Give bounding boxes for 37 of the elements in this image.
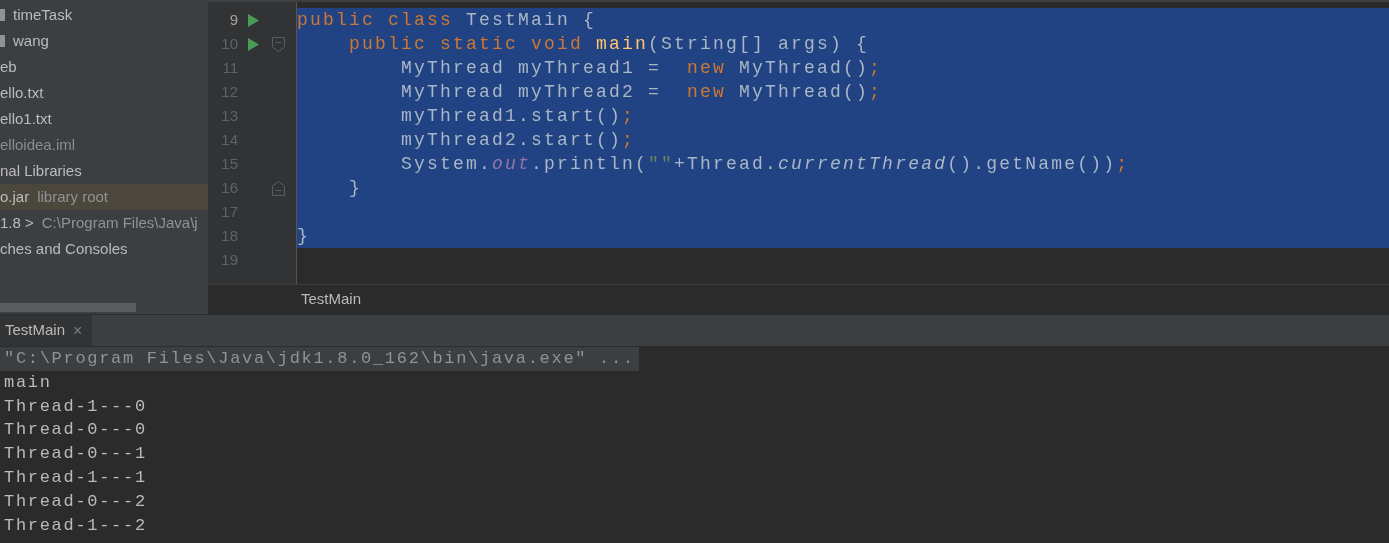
console-line: Thread-1---1 xyxy=(3,468,147,487)
tree-item[interactable]: timeTask xyxy=(0,2,208,28)
tree-item[interactable]: 1.8 > C:\Program Files\Java\j xyxy=(0,210,208,236)
scrollbar[interactable] xyxy=(0,303,136,312)
folder-icon xyxy=(0,35,5,47)
code-line: MyThread myThread1 = new MyThread(); xyxy=(400,58,883,78)
code-line: MyThread myThread2 = new MyThread(); xyxy=(400,82,883,102)
tree-item[interactable]: ches and Consoles xyxy=(0,236,208,262)
code-line: } xyxy=(297,226,310,246)
console-line: Thread-1---2 xyxy=(3,515,147,535)
code-line: public static void main(String[] args) { xyxy=(348,34,870,54)
tree-item[interactable]: ello1.txt xyxy=(0,106,208,132)
close-icon[interactable]: × xyxy=(73,318,83,343)
tree-item[interactable]: wang xyxy=(0,28,208,54)
console-line: Thread-0---1 xyxy=(3,444,147,464)
console-line: Thread-0---2 xyxy=(3,491,147,511)
code-line: myThread2.start(); xyxy=(400,130,636,150)
code-line: myThread1.start(); xyxy=(400,106,636,126)
folder-icon xyxy=(0,9,5,21)
tree-item[interactable]: elloidea.iml xyxy=(0,132,208,158)
run-icon[interactable] xyxy=(247,13,259,27)
run-icon[interactable] xyxy=(247,37,259,51)
code-line: public class TestMain { xyxy=(297,10,597,30)
fold-icon[interactable] xyxy=(271,180,285,196)
console-line: main xyxy=(3,372,52,392)
fold-icon[interactable] xyxy=(271,36,285,52)
tree-item[interactable]: eb xyxy=(0,54,208,80)
run-tab[interactable]: TestMain × xyxy=(0,315,93,346)
breadcrumb[interactable]: TestMain xyxy=(301,288,362,311)
tree-item[interactable]: ello.txt xyxy=(0,80,208,106)
tree-item[interactable]: o.jar library root xyxy=(0,184,208,210)
code-line: System.out.println(""+Thread.currentThread().getName()); xyxy=(400,154,1130,174)
code-line: } xyxy=(348,178,362,198)
console-line: Thread-0---0 xyxy=(3,420,147,440)
line-number: 9 xyxy=(228,9,238,30)
console-line: Thread-1---0 xyxy=(3,396,147,416)
tree-item[interactable]: nal Libraries xyxy=(0,158,208,184)
